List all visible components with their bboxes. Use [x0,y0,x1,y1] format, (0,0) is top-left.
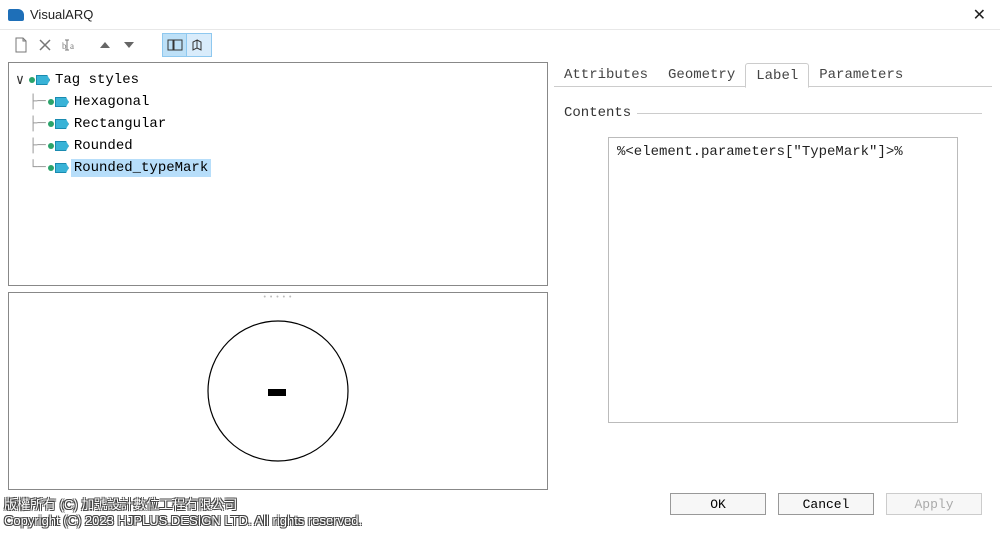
move-up-icon[interactable] [94,34,116,56]
tab-geometry[interactable]: Geometry [658,63,745,87]
window-title: VisualARQ [30,7,93,22]
caret-down-icon[interactable]: ∨ [13,72,27,89]
view-2d-icon[interactable] [163,34,187,56]
tree-panel[interactable]: ∨ Tag styles ├─ Hexagonal ├─ Rectangular… [8,62,548,286]
rename-icon[interactable]: ab [58,34,80,56]
toolbar: ab [0,30,1000,60]
tab-body: Contents [554,86,992,436]
tree-item-rounded-typemark[interactable]: └─ Rounded_typeMark [13,157,543,179]
tab-parameters[interactable]: Parameters [809,63,913,87]
tree-item-label: Rectangular [71,115,169,133]
app-icon [8,9,24,21]
dialog-buttons: OK Cancel Apply [670,493,982,515]
preview-panel: • • • • • [8,292,548,490]
new-icon[interactable] [10,34,32,56]
splitter-grip-icon[interactable]: • • • • • [263,294,292,301]
tag-icon [48,97,69,107]
delete-icon[interactable] [34,34,56,56]
contents-fieldset: Contents [564,105,982,121]
tree-item-hexagonal[interactable]: ├─ Hexagonal [13,91,543,113]
close-icon[interactable]: ✕ [967,3,992,27]
svg-text:a: a [70,41,74,51]
tag-icon [48,141,69,151]
tree-item-label: Hexagonal [71,93,153,111]
cancel-button[interactable]: Cancel [778,493,874,515]
tag-icon [48,119,69,129]
view-3d-icon[interactable] [187,34,211,56]
tree-item-label: Rounded [71,137,136,155]
move-down-icon[interactable] [118,34,140,56]
contents-input[interactable] [608,137,958,423]
apply-button: Apply [886,493,982,515]
tag-folder-icon [29,75,50,85]
tag-icon [48,163,69,173]
tree-root[interactable]: ∨ Tag styles [13,69,543,91]
contents-title: Contents [564,105,631,121]
tree-item-rounded[interactable]: ├─ Rounded [13,135,543,157]
ok-button[interactable]: OK [670,493,766,515]
svg-text:b: b [62,41,67,51]
tab-bar: Attributes Geometry Label Parameters [554,62,992,87]
tab-label[interactable]: Label [745,63,809,88]
tree-item-label: Rounded_typeMark [71,159,211,177]
titlebar: VisualARQ ✕ [0,0,1000,30]
view-mode-group [162,33,212,57]
tree-item-rectangular[interactable]: ├─ Rectangular [13,113,543,135]
footer-line2: Copyright (C) 2023 HJPLUS.DESIGN LTD. Al… [4,513,996,529]
preview-graphic [198,311,358,471]
tree-root-label: Tag styles [52,71,142,89]
tab-attributes[interactable]: Attributes [554,63,658,87]
